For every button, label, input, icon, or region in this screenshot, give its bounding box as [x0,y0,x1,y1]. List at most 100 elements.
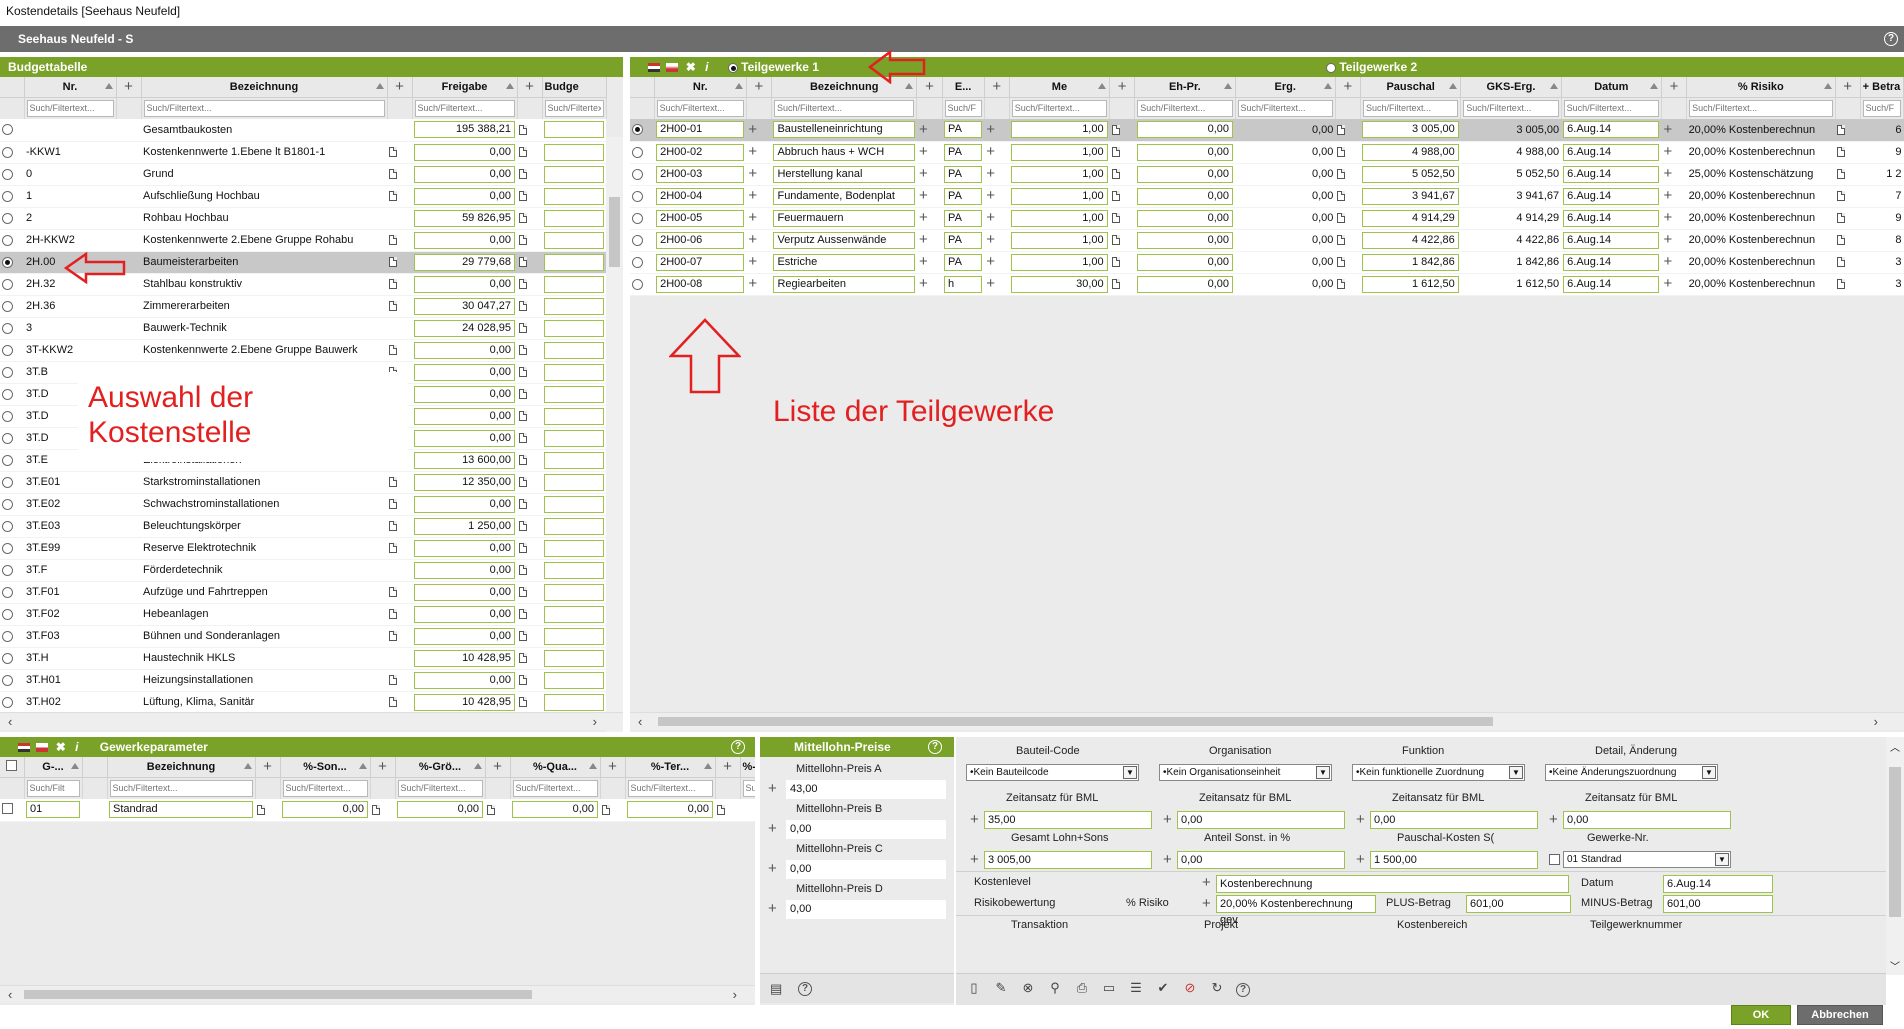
tab2-radio[interactable] [1326,62,1336,73]
budget-field[interactable] [544,627,604,645]
doc-icon[interactable] [519,411,527,422]
row-radio[interactable] [2,432,13,444]
doc-icon[interactable] [389,301,397,312]
scroll-right-icon[interactable]: › [593,714,597,729]
budget-field[interactable] [544,649,604,667]
gewerk-qua-field[interactable]: 0,00 [512,801,598,819]
datum-field[interactable]: 6.Aug.14 [1563,165,1660,183]
chevron-down-icon[interactable]: ▼ [1123,766,1137,779]
row-radio[interactable] [2,212,13,224]
budget-vscroll[interactable] [606,137,623,732]
doc-icon[interactable] [1337,235,1346,246]
budget-field[interactable] [544,583,604,601]
scroll-thumb[interactable] [24,990,532,999]
chevron-down-icon[interactable]: ▼ [1715,853,1729,866]
doc-icon[interactable] [1337,169,1346,180]
help-icon[interactable]: ? [1884,32,1898,46]
add-icon[interactable]: + [986,210,995,225]
row-radio[interactable] [2,388,13,400]
me-field[interactable]: 1,00 [1011,143,1108,161]
flag-icon[interactable] [18,743,30,753]
nr-field[interactable]: 2H00-02 [656,143,745,161]
add-icon[interactable]: + [723,759,732,774]
row-radio[interactable] [2,520,13,532]
ehpr-field[interactable]: 0,00 [1136,143,1234,161]
add-icon[interactable]: + [1202,875,1211,890]
row-radio[interactable] [2,586,13,598]
add-icon[interactable]: + [748,254,757,269]
row-radio[interactable] [632,212,643,224]
add-icon[interactable]: + [1163,852,1172,867]
freigabe-field[interactable]: 0,00 [414,187,515,205]
pauschal-field[interactable]: 4 914,29 [1362,209,1459,227]
budget-field[interactable] [544,187,604,205]
table-row[interactable]: 01 Standrad 0,00 0,00 0,00 0,00 [0,799,755,822]
table-row[interactable]: Gesamtbaukosten 195 388,21 [0,119,606,142]
tab-teilgewerke-1[interactable]: Teilgewerke 1 [727,60,819,74]
help-icon[interactable]: ? [731,740,745,754]
ehpr-field[interactable]: 0,00 [1136,165,1234,183]
row-radio[interactable] [2,564,13,576]
freigabe-field[interactable]: 0,00 [414,583,515,601]
zeitansatz-field[interactable]: 0,00 [1563,811,1731,829]
filter-gro-input[interactable] [397,779,483,797]
freigabe-field[interactable]: 0,00 [414,385,515,403]
add-icon[interactable]: + [755,79,764,94]
risiko-field[interactable]: 20,00% Kostenberechnung gev [1216,895,1376,926]
me-field[interactable]: 1,00 [1011,121,1108,139]
doc-icon[interactable] [1111,124,1120,135]
e-field[interactable]: PA [944,209,983,227]
doc-icon[interactable] [389,521,397,532]
table-row[interactable]: 3T.E03 Beleuchtungskörper 1 250,00 [0,515,606,538]
doc-icon[interactable] [1837,147,1846,158]
table-row[interactable]: 3T.H02 Lüftung, Klima, Sanitär 10 428,95 [0,691,606,714]
edit-icon[interactable]: ✎ [993,980,1009,996]
row-radio[interactable] [2,454,13,466]
doc-icon[interactable] [389,257,397,268]
filter-gks-input[interactable] [1463,99,1559,117]
doc-icon[interactable] [519,521,527,532]
table-row[interactable]: 2H00-07 + Estriche + PA +1,00 0,00 0,00 1 842,86… [630,251,1904,274]
row-radio[interactable] [632,190,643,202]
gewerke-select[interactable]: 01 Standrad ▼ [1563,851,1731,868]
col-ter-header[interactable]: %-Ter... [625,757,716,778]
zeitansatz-field[interactable]: 35,00 [984,811,1152,829]
bez-field[interactable]: Verputz Aussenwände [773,231,915,249]
freigabe-field[interactable]: 0,00 [414,363,515,381]
datum-field[interactable]: 6.Aug.14 [1563,209,1660,227]
doc-icon[interactable] [519,455,527,466]
doc-icon[interactable] [1337,147,1346,158]
add-icon[interactable]: + [919,254,928,269]
mittellohn-value[interactable]: 0,00 [786,860,946,879]
scroll-right-icon[interactable]: › [733,987,737,1002]
table-row[interactable]: 3 Bauwerk-Technik 24 028,95 [0,317,606,340]
budget-field[interactable] [544,253,604,271]
budget-field[interactable] [544,297,604,315]
datum-field[interactable]: 6.Aug.14 [1563,187,1660,205]
scroll-up-icon[interactable]: ︿ [1890,739,1900,754]
add-icon[interactable]: + [1843,79,1852,94]
add-icon[interactable]: + [919,144,928,159]
freigabe-field[interactable]: 10 428,95 [414,649,515,667]
col-nr-header[interactable]: Nr. [654,77,747,98]
add-icon[interactable]: + [1663,210,1672,225]
filter-me-input[interactable] [1011,99,1108,117]
detail-select[interactable]: •Kein Bauteilcode ▼ [966,764,1139,781]
me-field[interactable]: 30,00 [1011,275,1108,293]
me-field[interactable]: 1,00 [1011,187,1108,205]
detail-select[interactable]: •Kein funktionelle Zuordnung ▼ [1352,764,1525,781]
check-icon[interactable]: ✔ [1155,980,1171,996]
add-icon[interactable]: + [748,166,757,181]
doc-icon[interactable] [519,477,527,488]
budget-field[interactable] [544,143,604,161]
budget-field[interactable] [544,121,604,139]
doc-icon[interactable] [519,169,527,180]
col-gro-header[interactable]: %-Grö... [395,757,486,778]
nr-field[interactable]: 2H00-08 [656,275,745,293]
nr-field[interactable]: 2H00-04 [656,187,745,205]
col-freigabe-header[interactable]: Freigabe [412,77,518,98]
row-radio[interactable] [2,344,13,356]
table-row[interactable]: 2H00-04 + Fundamente, Bodenplat + PA +1,00 0,0… [630,185,1904,208]
budget-field[interactable] [544,209,604,227]
col-budget-header[interactable]: Budge [542,77,607,98]
